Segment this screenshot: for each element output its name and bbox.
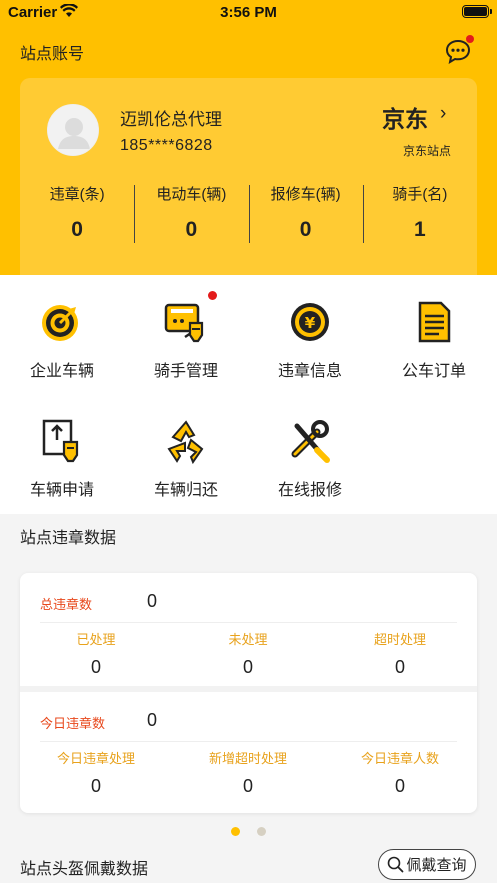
function-menu: 企业车辆 骑手管理 ¥ 违章信息 公车订单 车辆申请 车辆归还 在线报修 xyxy=(0,275,497,514)
menu-label: 骑手管理 xyxy=(153,363,218,380)
user-name: 迈凯伦总代理 xyxy=(120,110,222,129)
stat-value: 1 xyxy=(414,218,426,241)
order-document-icon xyxy=(418,301,451,343)
stat-value: 0 xyxy=(299,218,312,241)
brand-name[interactable]: 京东 xyxy=(382,100,428,134)
site-name: 京东站点 xyxy=(403,144,452,158)
profile-card: 迈凯伦总代理 185****6828 京东 › 京东站点 违章(条) 0 电动车… xyxy=(20,78,477,276)
menu-label: 违章信息 xyxy=(277,363,342,380)
avatar[interactable] xyxy=(47,104,99,156)
page-indicator[interactable] xyxy=(0,823,497,841)
clock-label: 3:56 PM xyxy=(220,4,277,21)
user-placeholder-icon xyxy=(48,105,98,155)
stat-label: 报修车(辆) xyxy=(270,186,341,203)
menu-bus-orders[interactable]: 公车订单 xyxy=(372,299,496,381)
sub-value: 0 xyxy=(242,657,253,677)
menu-rider-management[interactable]: 骑手管理 xyxy=(124,291,248,381)
menu-enterprise-vehicles[interactable]: 企业车辆 xyxy=(0,299,124,381)
divider xyxy=(40,622,457,623)
menu-label: 车辆归还 xyxy=(153,482,218,499)
menu-vehicle-apply[interactable]: 车辆申请 xyxy=(0,418,124,500)
status-bar: Carrier 3:56 PM xyxy=(0,0,497,26)
stat-repair-bikes[interactable]: 报修车(辆) 0 xyxy=(248,183,363,245)
stat-ebikes[interactable]: 电动车(辆) 0 xyxy=(134,183,248,245)
menu-label: 企业车辆 xyxy=(29,363,94,380)
menu-online-repair[interactable]: 在线报修 xyxy=(248,418,372,500)
recycle-icon xyxy=(167,420,204,464)
user-phone: 185****6828 xyxy=(120,137,213,154)
handled-stat: 已处理 0 xyxy=(20,629,172,678)
rider-manage-icon xyxy=(164,303,204,343)
sub-label: 超时处理 xyxy=(373,632,426,647)
message-badge xyxy=(466,35,474,43)
today-handled-stat: 今日违章处理 0 xyxy=(20,748,172,797)
sub-label: 今日违章处理 xyxy=(56,751,135,766)
total-violation-label: 总违章数 xyxy=(40,597,93,612)
sub-label: 新增超时处理 xyxy=(208,751,287,766)
overdue-stat: 超时处理 0 xyxy=(324,629,476,678)
stats-row: 违章(条) 0 电动车(辆) 0 报修车(辆) 0 骑手(名) 1 xyxy=(20,183,477,245)
wrench-screwdriver-icon xyxy=(291,420,330,463)
total-violation-value: 0 xyxy=(147,591,158,611)
sub-label: 未处理 xyxy=(228,632,268,647)
page-dot[interactable] xyxy=(256,827,266,836)
helmet-section-title: 站点头盔佩戴数据 xyxy=(20,861,149,878)
sub-label: 今日违章人数 xyxy=(360,751,439,766)
stat-label: 电动车(辆) xyxy=(156,186,227,203)
stat-violations[interactable]: 违章(条) 0 xyxy=(20,183,134,245)
stat-label: 违章(条) xyxy=(49,186,105,203)
menu-label: 车辆申请 xyxy=(29,482,94,499)
search-icon xyxy=(388,856,404,873)
unhandled-stat: 未处理 0 xyxy=(172,629,324,678)
menu-label: 在线报修 xyxy=(277,482,342,499)
violation-data-card: 总违章数 0 已处理 0 未处理 0 超时处理 0 今日违章数 0 今日违章处理… xyxy=(20,573,477,813)
battery-icon xyxy=(462,5,492,18)
new-overdue-stat: 新增超时处理 0 xyxy=(172,748,324,797)
sub-value: 0 xyxy=(394,657,405,677)
sub-label: 已处理 xyxy=(76,632,116,647)
page-title: 站点账号 xyxy=(20,46,85,63)
stat-riders[interactable]: 骑手(名) 1 xyxy=(362,183,477,245)
menu-label: 公车订单 xyxy=(401,363,466,380)
rider-badge xyxy=(208,291,217,300)
scooter-target-icon xyxy=(42,305,78,341)
sub-value: 0 xyxy=(394,776,405,796)
wear-query-label: 佩戴查询 xyxy=(406,857,467,874)
vehicle-apply-icon xyxy=(42,419,79,463)
sub-value: 0 xyxy=(242,776,253,796)
today-people-stat: 今日违章人数 0 xyxy=(324,748,476,797)
violation-coin-icon: ¥ xyxy=(291,303,329,341)
wear-query-button[interactable]: 佩戴查询 xyxy=(378,849,476,880)
page-dot-active[interactable] xyxy=(231,827,241,836)
stat-value: 0 xyxy=(185,218,198,241)
svg-text:¥: ¥ xyxy=(305,314,316,332)
menu-vehicle-return[interactable]: 车辆归还 xyxy=(124,418,248,500)
chevron-right-icon[interactable]: › xyxy=(440,103,446,125)
block-separator xyxy=(20,686,477,692)
stat-value: 0 xyxy=(71,218,83,241)
stat-label: 骑手(名) xyxy=(392,186,448,203)
sub-value: 0 xyxy=(90,657,101,677)
menu-violation-info[interactable]: ¥ 违章信息 xyxy=(248,299,372,381)
violation-section-title: 站点违章数据 xyxy=(20,530,117,547)
today-violation-value: 0 xyxy=(147,710,158,730)
sub-value: 0 xyxy=(90,776,101,796)
divider xyxy=(40,741,457,742)
today-violation-label: 今日违章数 xyxy=(40,716,106,731)
